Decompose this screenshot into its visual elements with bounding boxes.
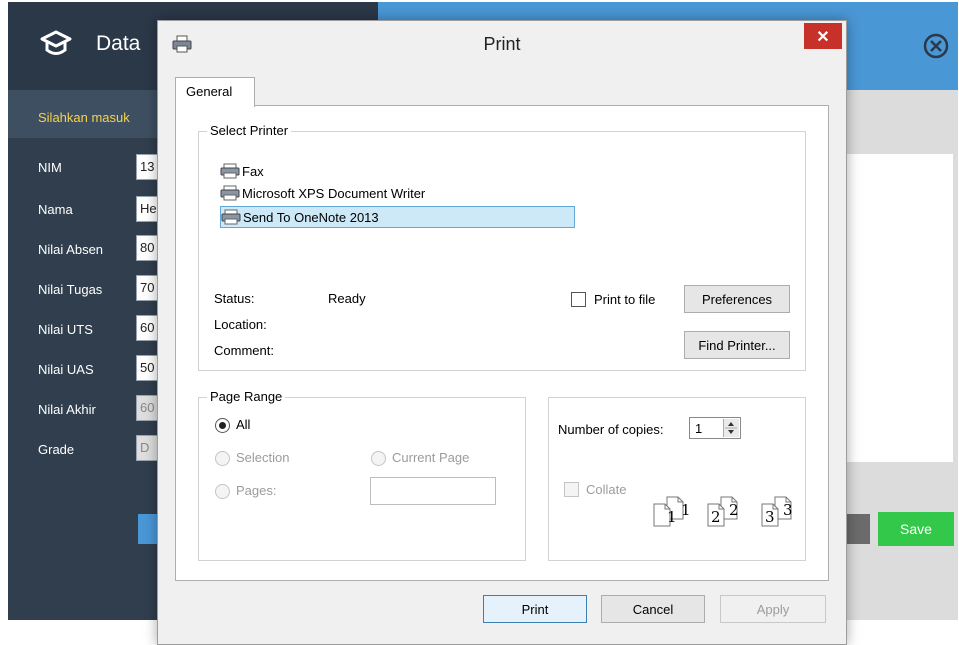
- dialog-title: Print: [483, 34, 521, 54]
- collate-number: 2: [711, 508, 721, 526]
- app-content-area: [838, 154, 953, 462]
- printer-item-label: Send To OneNote 2013: [243, 209, 379, 225]
- fax-printer-icon: [220, 163, 240, 179]
- page-range-legend: Page Range: [207, 389, 286, 404]
- collate-checkbox: [564, 482, 579, 497]
- printer-item-label: Microsoft XPS Document Writer: [242, 185, 426, 201]
- cancel-button[interactable]: Cancel: [601, 595, 705, 623]
- close-circle-icon[interactable]: [922, 32, 950, 60]
- print-button[interactable]: Print: [483, 595, 587, 623]
- print-dialog: Print ✕ General Select Printer Fax Micro…: [157, 20, 847, 645]
- app-title: Data: [96, 32, 141, 55]
- close-button[interactable]: ✕: [804, 23, 842, 49]
- select-printer-legend: Select Printer: [207, 123, 292, 138]
- app-secondary-button[interactable]: [846, 514, 870, 544]
- printer-item-xps[interactable]: Microsoft XPS Document Writer: [220, 182, 425, 204]
- label-nim: NIM: [38, 160, 62, 175]
- selection-label: Selection: [236, 450, 290, 465]
- label-nilai-absen: Nilai Absen: [38, 242, 104, 257]
- graduation-cap-icon: [40, 30, 72, 55]
- pages-input: [370, 477, 496, 505]
- radio-pages: [215, 484, 230, 499]
- dialog-titlebar[interactable]: Print ✕: [158, 21, 846, 67]
- app-subtitle: Silahkan masuk: [38, 110, 130, 125]
- all-label: All: [236, 417, 251, 432]
- collate-number: 3: [765, 508, 775, 526]
- xps-printer-icon: [220, 185, 240, 201]
- location-label: Location:: [214, 317, 267, 332]
- status-value: Ready: [328, 291, 366, 306]
- printer-item-fax[interactable]: Fax: [220, 160, 264, 182]
- pages-label: Pages:: [236, 483, 277, 498]
- preferences-button[interactable]: Preferences: [684, 285, 790, 313]
- printer-item-label: Fax: [242, 163, 264, 179]
- collate-number: 1: [667, 508, 677, 526]
- collate-number: 2: [729, 501, 739, 519]
- label-nilai-uas: Nilai UAS: [38, 362, 94, 377]
- print-to-file-checkbox[interactable]: [571, 292, 586, 307]
- label-nilai-uts: Nilai UTS: [38, 322, 93, 337]
- current-page-label: Current Page: [392, 450, 470, 465]
- copies-value: 1: [695, 421, 703, 436]
- label-nilai-tugas: Nilai Tugas: [38, 282, 103, 297]
- collate-number: 1: [681, 501, 691, 519]
- radio-current-page: [371, 451, 386, 466]
- comment-label: Comment:: [214, 343, 274, 358]
- radio-selection: [215, 451, 230, 466]
- radio-all[interactable]: [215, 418, 230, 433]
- apply-button: Apply: [720, 595, 826, 623]
- printer-item-onenote[interactable]: Send To OneNote 2013: [220, 206, 575, 228]
- copies-spinner[interactable]: 1: [689, 417, 741, 439]
- print-to-file-label: Print to file: [594, 292, 656, 307]
- spin-arrows-icon: [725, 422, 737, 434]
- collate-number: 3: [783, 501, 793, 519]
- spin-buttons[interactable]: [723, 419, 739, 437]
- tab-general[interactable]: General: [175, 77, 255, 107]
- label-nama: Nama: [38, 202, 73, 217]
- onenote-printer-icon: [221, 209, 241, 225]
- copies-label: Number of copies:: [558, 422, 664, 437]
- status-label: Status:: [214, 291, 255, 306]
- save-button[interactable]: Save: [878, 512, 954, 546]
- label-grade: Grade: [38, 442, 75, 457]
- collate-label: Collate: [586, 482, 627, 497]
- label-nilai-akhir: Nilai Akhir: [38, 402, 96, 417]
- find-printer-button[interactable]: Find Printer...: [684, 331, 790, 359]
